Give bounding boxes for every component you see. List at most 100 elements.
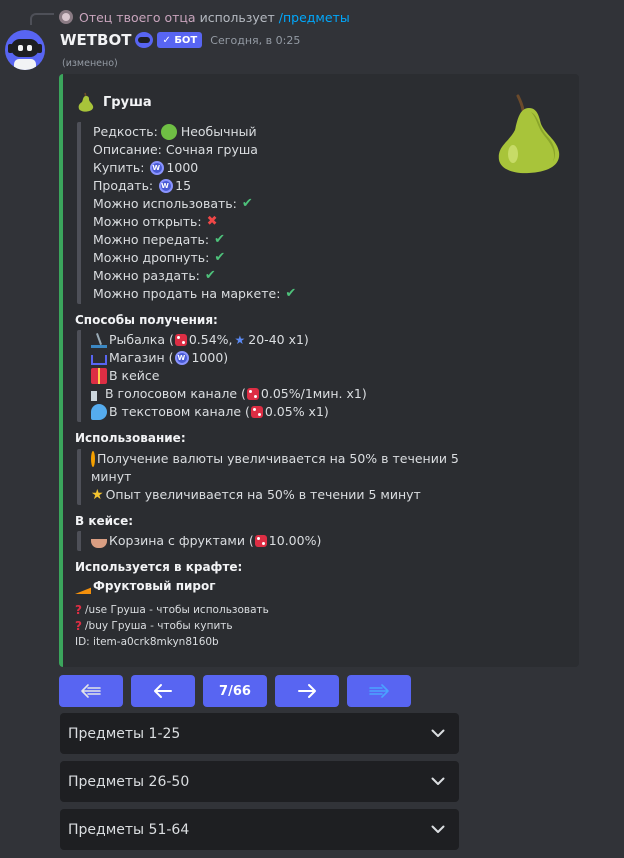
first-page-button[interactable] [59, 675, 123, 707]
fishing-range: 20-40 x1) [248, 332, 309, 347]
in-case-heading: В кейсе: [75, 514, 134, 528]
question-icon: ? [75, 619, 82, 633]
fishing-chance: 0.54%, [188, 332, 233, 347]
author-name[interactable]: WETBOT [60, 31, 131, 49]
openable-label: Можно открыть: [93, 214, 202, 229]
check-icon: ✔ [214, 232, 226, 247]
last-page-button[interactable] [347, 675, 411, 707]
sell-value: 15 [175, 178, 192, 193]
avatar-body [14, 59, 36, 70]
reply-command[interactable]: /предметы [279, 10, 350, 25]
in-case-chance: 10.00%) [268, 533, 322, 548]
dice-icon [250, 406, 263, 418]
coin-icon: W [175, 351, 190, 365]
select-items-51-64[interactable]: Предметы 51-64 [60, 809, 459, 850]
star-icon: ★ [234, 333, 246, 347]
pear-thumbnail[interactable] [491, 90, 565, 174]
in-case-quote: Корзина с фруктами (10.00%) [77, 531, 337, 551]
case-label: В кейсе [109, 368, 160, 383]
page-indicator: 7/66 [219, 683, 251, 699]
star-icon: ★ [91, 487, 104, 503]
transferable-label: Можно передать: [93, 232, 210, 247]
select-label: Предметы 26-50 [68, 773, 190, 790]
usage-quote: Получение валюты увеличивается на 50% в … [77, 449, 459, 505]
check-icon: ✔ [214, 250, 226, 265]
giveable-label: Можно раздать: [93, 268, 200, 283]
page-indicator-button[interactable]: 7/66 [203, 675, 267, 707]
obtain-voice: В голосовом канале (0.05%/1мин. x1) [91, 385, 397, 403]
footer-use-text: /use Груша - чтобы использовать [85, 604, 269, 616]
description-value: Сочная груша [165, 142, 258, 157]
droppable-line: Можно дропнуть: ✔ [93, 249, 377, 267]
shop-label: Магазин ( [109, 350, 174, 365]
sell-line: Продать: W 15 [93, 177, 377, 195]
footer-use: ?/use Груша - чтобы использовать [75, 602, 269, 618]
marketable-label: Можно продать на маркете: [93, 286, 281, 301]
arrow-right-icon [298, 684, 316, 698]
double-arrow-right-icon [369, 684, 389, 698]
footer-buy: ?/buy Груша - чтобы купить [75, 618, 269, 634]
select-label: Предметы 1-25 [68, 725, 181, 742]
rarity-label: Редкость: [93, 124, 158, 139]
marketable-line: Можно продать на маркете: ✔ [93, 285, 377, 303]
obtain-shop: Магазин (W 1000) [91, 349, 397, 367]
avatar-eye-right [27, 45, 32, 51]
usage-xp: ★ Опыт увеличивается на 50% в течении 5 м… [91, 486, 447, 504]
select-items-26-50[interactable]: Предметы 26-50 [60, 761, 459, 802]
in-case-line: Корзина с фруктами (10.00%) [91, 532, 337, 550]
chevron-down-icon [431, 729, 445, 737]
dice-icon [254, 535, 267, 547]
usage-heading: Использование: [75, 431, 186, 445]
embed-title-text: Груша [103, 94, 152, 110]
reply-avatar[interactable] [59, 10, 73, 24]
shop-price: 1000 [191, 350, 224, 365]
properties-quote: Редкость: Необычный Описание: Сочная груш… [77, 122, 377, 304]
question-icon: ? [75, 603, 82, 617]
reply-reference[interactable]: Отец твоего отца использует /предметы [59, 8, 350, 26]
usage-currency-text-cont: минут [91, 469, 132, 484]
bot-avatar[interactable] [5, 30, 45, 70]
speaker-icon [91, 390, 103, 401]
coin-emoji-icon [91, 451, 95, 467]
dice-icon [174, 334, 187, 346]
droppable-label: Можно дропнуть: [93, 250, 210, 265]
select-items-1-25[interactable]: Предметы 1-25 [60, 713, 459, 754]
fishing-rod-icon [91, 332, 107, 348]
footer-id: ID: item-a0crk8mkyn8160b [75, 634, 269, 650]
fishing-label: Рыбалка ( [109, 332, 174, 347]
reply-username[interactable]: Отец твоего отца [79, 10, 196, 25]
gift-icon [91, 368, 107, 384]
next-page-button[interactable] [275, 675, 339, 707]
usable-label: Можно использовать: [93, 196, 237, 211]
craft-heading: Используется в крафте: [75, 560, 243, 574]
cart-icon [91, 355, 107, 365]
edited-label: (изменено) [62, 58, 118, 69]
chevron-down-icon [431, 825, 445, 833]
message-timestamp[interactable]: Сегодня, в 0:25 [210, 34, 300, 47]
usage-currency-text: Получение валюты увеличивается на 50% в … [97, 451, 459, 466]
text-label: В текстовом канале ( [109, 404, 250, 419]
speech-bubble-icon [91, 404, 107, 420]
openable-line: Можно открыть: ✖ [93, 213, 377, 231]
pear-icon [78, 92, 94, 112]
bot-badge: ✓ БОТ [157, 32, 203, 48]
rarity-value: Необычный [180, 124, 257, 139]
dice-icon [246, 388, 259, 400]
coin-icon: W [150, 161, 165, 175]
pie-icon [75, 587, 91, 594]
message-header: WETBOT ✓ БОТ Сегодня, в 0:25 [60, 30, 300, 50]
check-icon: ✔ [204, 268, 216, 283]
footer-id-text: ID: item-a0crk8mkyn8160b [75, 636, 219, 648]
voice-label: В голосовом канале ( [105, 386, 246, 401]
usage-currency-cont: минут [91, 468, 447, 486]
select-label: Предметы 51-64 [68, 821, 190, 838]
buy-value: 1000 [166, 160, 199, 175]
craft-item-name: Фруктовый пирог [93, 579, 216, 593]
bot-emoji-icon [135, 32, 154, 48]
shop-close: ) [223, 350, 229, 365]
text-chance: 0.05% x1) [264, 404, 329, 419]
description-label: Описание: [93, 142, 162, 157]
cross-icon: ✖ [206, 214, 218, 229]
prev-page-button[interactable] [131, 675, 195, 707]
reply-connector [30, 13, 54, 25]
